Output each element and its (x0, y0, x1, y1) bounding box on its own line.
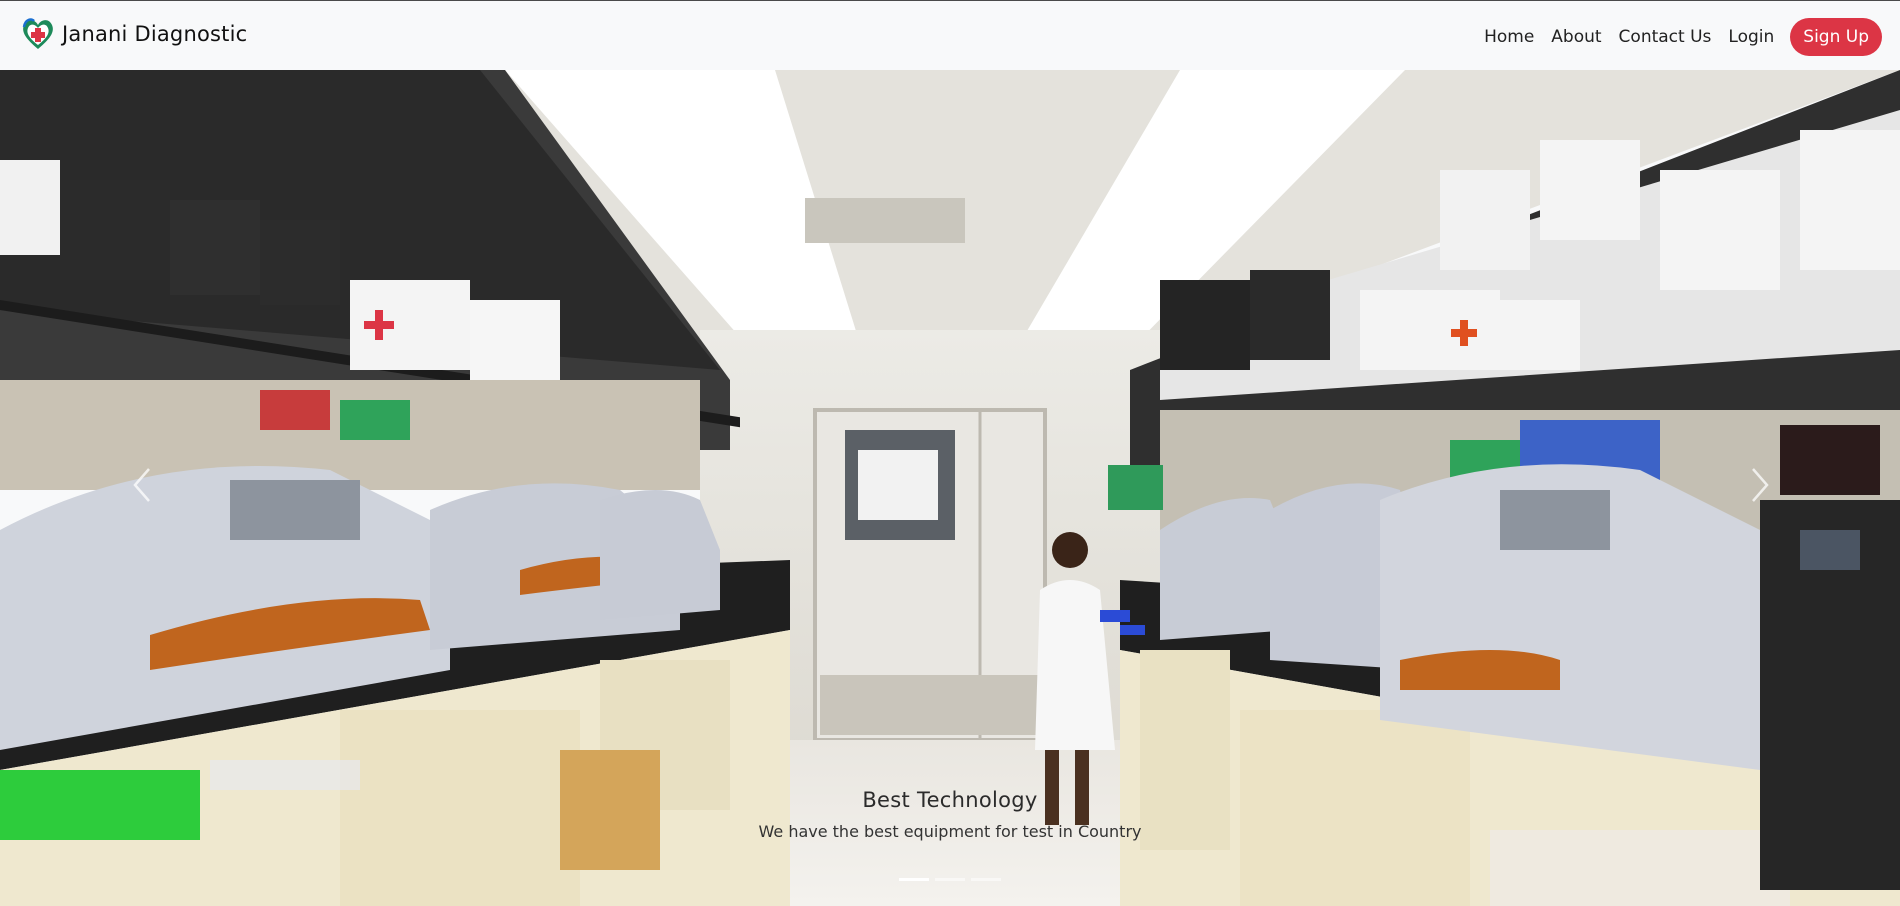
navbar: Janani Diagnostic Home About Contact Us … (0, 0, 1900, 70)
nav-links: Home About Contact Us Login Sign Up (1467, 18, 1882, 56)
signup-button[interactable]: Sign Up (1790, 18, 1882, 56)
carousel-indicators (0, 878, 1900, 881)
brand-link[interactable]: Janani Diagnostic (20, 15, 247, 53)
chevron-left-icon (133, 468, 150, 502)
caption-title: Best Technology (862, 788, 1038, 812)
caption-text: We have the best equipment for test in C… (758, 822, 1142, 841)
chevron-right-icon (1752, 468, 1769, 502)
heart-cross-logo-icon (22, 18, 53, 49)
carousel-caption: Best Technology We have the best equipme… (0, 788, 1900, 841)
nav-contact-link[interactable]: Contact Us (1619, 19, 1712, 55)
hero-carousel: Best Technology We have the best equipme… (0, 70, 1900, 906)
carousel-next-button[interactable] (1730, 455, 1790, 515)
nav-login-link[interactable]: Login (1728, 19, 1774, 55)
nav-about-link[interactable]: About (1551, 19, 1601, 55)
carousel-prev-button[interactable] (112, 455, 172, 515)
carousel-indicator-3[interactable] (971, 878, 1001, 881)
laboratory-photo (0, 70, 1900, 906)
carousel-indicator-2[interactable] (935, 878, 965, 881)
carousel-indicator-1[interactable] (899, 878, 929, 881)
brand-name: Janani Diagnostic (62, 22, 248, 46)
nav-home-link[interactable]: Home (1484, 19, 1534, 55)
